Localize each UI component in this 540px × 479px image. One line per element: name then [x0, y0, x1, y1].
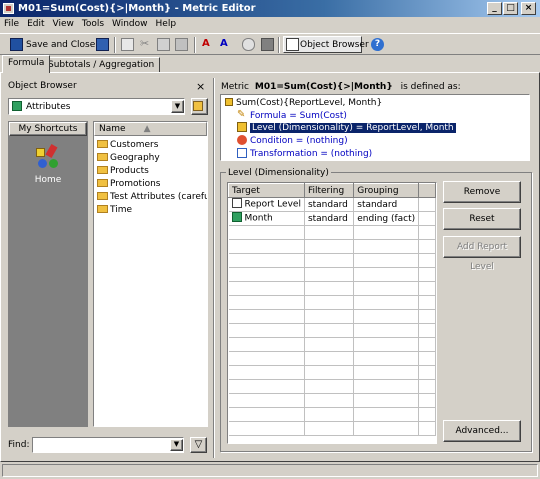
- report-level-icon: [231, 198, 242, 209]
- transformation-icon: [237, 147, 247, 158]
- find-input[interactable]: ▼: [32, 437, 184, 453]
- find-icon[interactable]: [242, 38, 255, 51]
- object-list: Name ▲ Customers Geography Products Promo…: [93, 121, 208, 427]
- my-shortcuts-header[interactable]: My Shortcuts: [9, 122, 87, 136]
- reset-button[interactable]: Reset: [443, 208, 521, 230]
- formula-icon: ✎: [237, 108, 246, 120]
- col-grouping[interactable]: Grouping: [353, 183, 420, 198]
- font-icon[interactable]: A: [202, 38, 215, 51]
- tree-level[interactable]: Level (Dimensionality) = ReportLevel, Mo…: [237, 121, 456, 134]
- list-header[interactable]: Name ▲: [94, 122, 207, 136]
- paste-icon[interactable]: [175, 38, 188, 51]
- folder-select[interactable]: Attributes ▼: [8, 98, 185, 115]
- add-report-level-button[interactable]: Add Report Level: [443, 236, 521, 272]
- folder-select-value: Attributes: [26, 102, 71, 112]
- menu-help[interactable]: Help: [152, 17, 181, 32]
- save-icon: [10, 38, 23, 51]
- list-item[interactable]: Test Attributes (careful o: [97, 191, 207, 204]
- help-icon[interactable]: ?: [371, 38, 384, 51]
- attribute-icon: [231, 212, 242, 223]
- tree-transformation[interactable]: Transformation = (nothing): [237, 147, 372, 160]
- window-title: M01=Sum(Cost){>|Month} - Metric Editor: [18, 3, 256, 14]
- minimize-button[interactable]: _: [487, 2, 502, 15]
- metric-icon: [225, 97, 233, 106]
- copy-icon[interactable]: [157, 38, 170, 51]
- tree-root[interactable]: Sum(Cost){ReportLevel, Month}: [225, 97, 382, 109]
- menu-file[interactable]: File: [0, 17, 23, 32]
- folder-dropdown-icon[interactable]: ▼: [171, 100, 184, 113]
- save-close-button[interactable]: Save and Close: [26, 37, 95, 53]
- tab-subtotals-aggregation[interactable]: Subtotals / Aggregation: [42, 57, 161, 73]
- definition-tree: Sum(Cost){ReportLevel, Month} ✎ Formula =…: [220, 94, 530, 161]
- remove-button[interactable]: Remove: [443, 181, 521, 203]
- metric-name: M01=Sum(Cost){>|Month}: [254, 82, 393, 92]
- menu-tools[interactable]: Tools: [78, 17, 108, 32]
- check-icon[interactable]: [121, 38, 134, 51]
- metric-prefix: Metric: [221, 82, 249, 92]
- tree-formula[interactable]: ✎ Formula = Sum(Cost): [237, 108, 347, 122]
- object-browser-button-label: Object Browser: [300, 40, 369, 50]
- object-browser-icon: [286, 38, 299, 51]
- app-icon: [3, 3, 14, 14]
- save-as-icon[interactable]: [96, 38, 109, 51]
- object-browser-title: Object Browser: [8, 81, 77, 91]
- close-button[interactable]: ×: [521, 2, 536, 15]
- home-icon[interactable]: [34, 144, 60, 170]
- table-row[interactable]: Month standard ending (fact): [228, 211, 436, 226]
- list-item[interactable]: Time: [97, 204, 207, 217]
- title-bar: M01=Sum(Cost){>|Month} - Metric Editor _…: [0, 0, 540, 17]
- table-row[interactable]: Report Level standard standard: [228, 197, 436, 212]
- tree-condition[interactable]: Condition = (nothing): [237, 134, 348, 147]
- object-browser-close-icon[interactable]: ×: [196, 80, 208, 93]
- find-label: Find:: [8, 440, 30, 450]
- menu-window[interactable]: Window: [108, 17, 152, 32]
- home-label: Home: [34, 175, 62, 185]
- font-color-icon[interactable]: A: [220, 38, 233, 51]
- tab-formula[interactable]: Formula: [2, 55, 51, 73]
- list-item[interactable]: Geography: [97, 152, 207, 165]
- filter-icon[interactable]: ▽: [190, 437, 207, 453]
- level-grid: Target Filtering Grouping Report Level s…: [227, 182, 437, 444]
- splitter[interactable]: [213, 78, 215, 458]
- list-header-name: Name: [99, 124, 126, 134]
- help-topic-icon[interactable]: [261, 38, 274, 51]
- up-folder-icon: [193, 101, 203, 111]
- level-icon: [237, 121, 247, 132]
- advanced-button[interactable]: Advanced...: [443, 420, 521, 442]
- find-dropdown-icon[interactable]: ▼: [170, 439, 183, 451]
- list-item[interactable]: Customers: [97, 139, 207, 152]
- toolbar: Save and Close ✂ A A Object Browser ?: [0, 33, 540, 55]
- condition-icon: [237, 134, 247, 145]
- col-filtering[interactable]: Filtering: [303, 183, 355, 198]
- col-target[interactable]: Target: [228, 183, 305, 198]
- menu-view[interactable]: View: [49, 17, 78, 32]
- list-item[interactable]: Promotions: [97, 178, 207, 191]
- list-item[interactable]: Products: [97, 165, 207, 178]
- attributes-folder-icon: [12, 101, 22, 111]
- menu-bar: File Edit View Tools Window Help: [0, 17, 540, 32]
- level-group-label: Level (Dimensionality): [226, 167, 331, 179]
- maximize-button[interactable]: □: [503, 2, 518, 15]
- metric-definition-header: Metric M01=Sum(Cost){>|Month} is defined…: [221, 81, 461, 93]
- menu-edit[interactable]: Edit: [23, 17, 48, 32]
- metric-suffix: is defined as:: [400, 82, 461, 92]
- status-bar: [2, 464, 538, 477]
- parent-folder-button[interactable]: [191, 98, 208, 115]
- cut-icon[interactable]: ✂: [140, 38, 153, 51]
